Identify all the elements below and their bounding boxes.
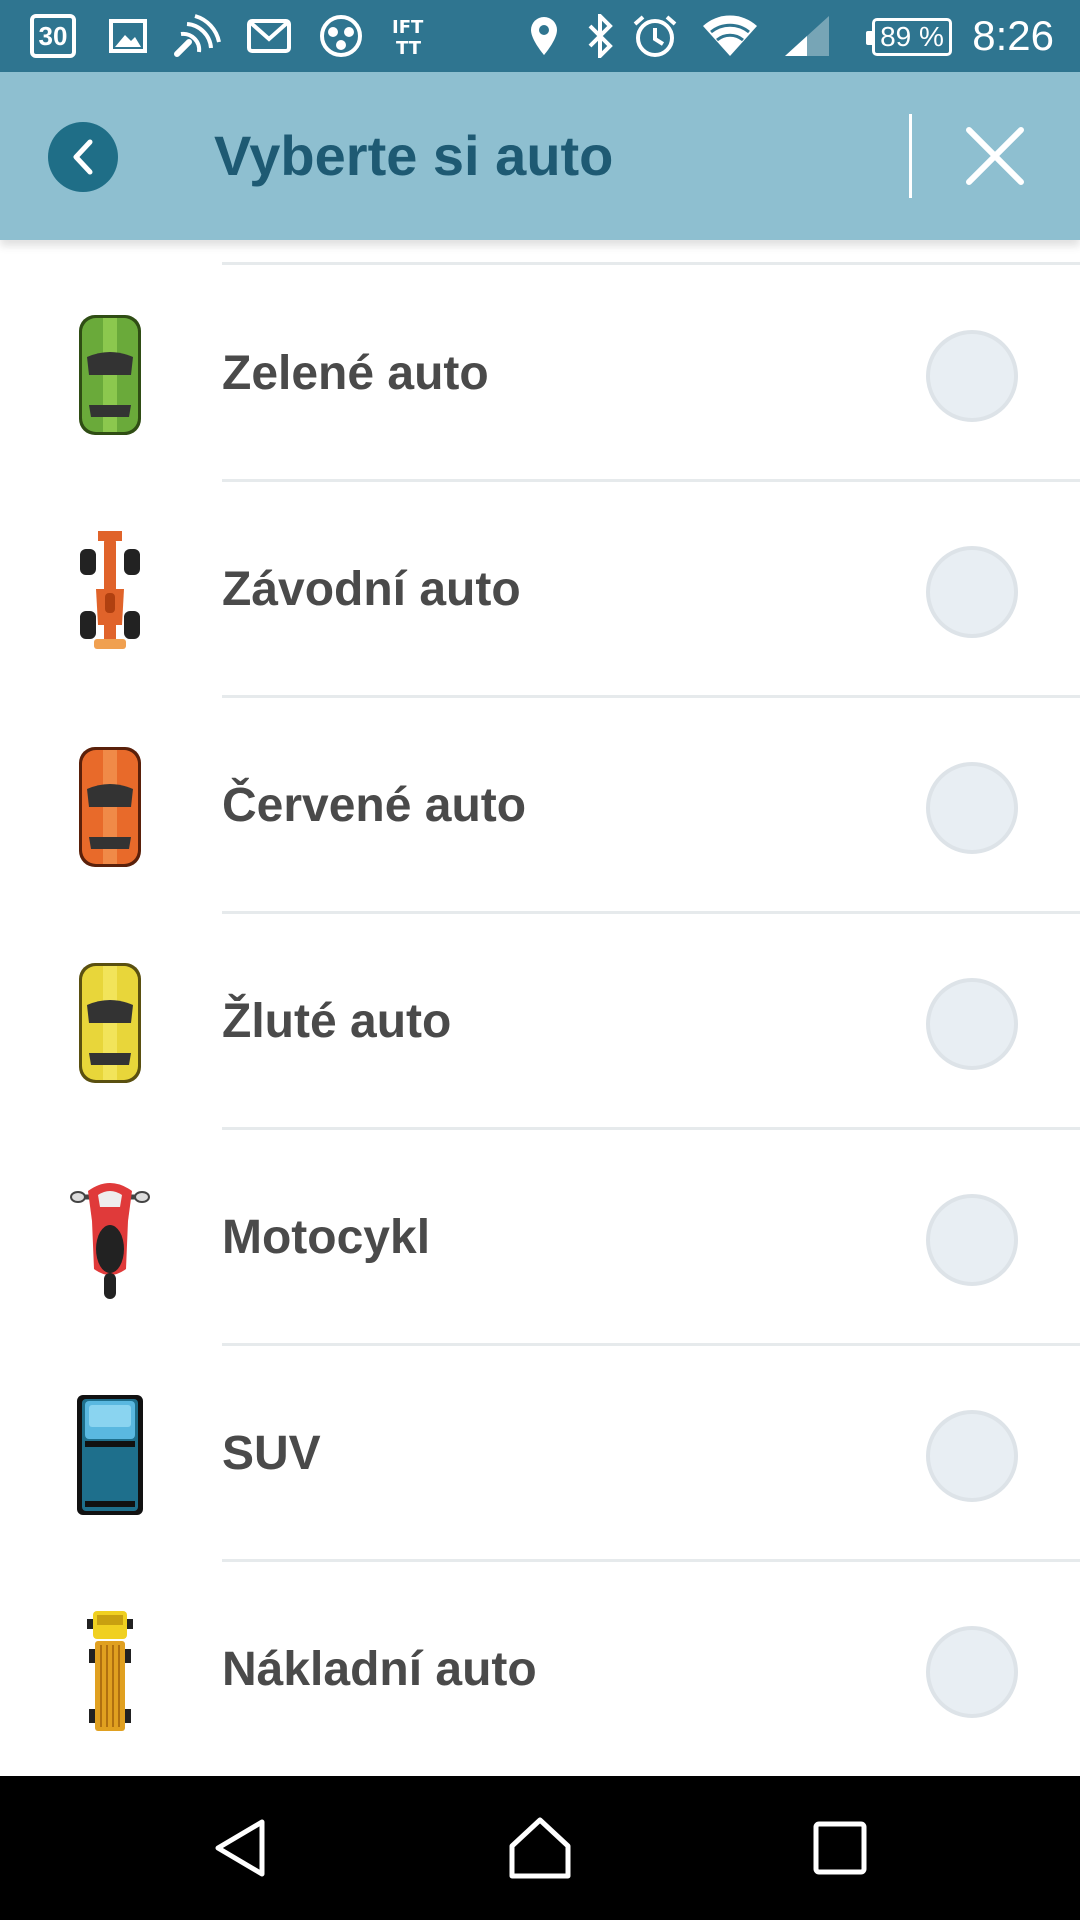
- alarm-icon: [632, 12, 678, 60]
- radio-button[interactable]: [926, 1410, 1018, 1502]
- header-divider: [909, 114, 912, 198]
- vehicle-list[interactable]: Zelené auto Závodní auto Červené auto Žl…: [0, 240, 1080, 1776]
- navigation-bar: [0, 1776, 1080, 1920]
- nav-back-button[interactable]: [200, 1808, 280, 1888]
- app-root: 30 IFT TT 89 % 8:26 Vyberte si auto Zele…: [0, 0, 1080, 1920]
- back-button[interactable]: [48, 122, 118, 192]
- radio-button[interactable]: [926, 762, 1018, 854]
- nav-recent-icon: [813, 1821, 867, 1875]
- list-item-green-car[interactable]: Zelené auto: [0, 266, 1080, 482]
- page-title: Vyberte si auto: [214, 124, 614, 187]
- list-item-label: Červené auto: [222, 779, 527, 832]
- nav-home-button[interactable]: [500, 1808, 580, 1888]
- clock: 8:26: [972, 12, 1054, 59]
- nav-back-icon: [215, 1819, 265, 1877]
- close-icon: [966, 127, 1024, 185]
- radio-button[interactable]: [926, 1626, 1018, 1718]
- radio-button[interactable]: [926, 330, 1018, 422]
- list-item-suv[interactable]: SUV: [0, 1346, 1080, 1562]
- list-item-race-car[interactable]: Závodní auto: [0, 482, 1080, 698]
- list-item-truck[interactable]: Nákladní auto: [0, 1562, 1080, 1776]
- list-item-label: Nákladní auto: [222, 1643, 537, 1696]
- divider: [222, 262, 1080, 265]
- motorcycle-icon: [60, 1174, 160, 1304]
- nav-recent-button[interactable]: [800, 1808, 880, 1888]
- list-item-label: Žluté auto: [222, 995, 452, 1048]
- list-item-label: Zelené auto: [222, 347, 489, 400]
- chevron-left-icon: [73, 139, 93, 175]
- svg-text:TT: TT: [396, 38, 422, 56]
- truck-icon: [60, 1606, 160, 1736]
- suv-icon: [60, 1390, 160, 1520]
- wifi-icon: [700, 12, 760, 60]
- close-button[interactable]: [950, 114, 1040, 198]
- radio-button[interactable]: [926, 978, 1018, 1070]
- calendar-icon: 30: [30, 14, 76, 58]
- app-header: Vyberte si auto: [0, 72, 1080, 240]
- status-bar: 30 IFT TT 89 % 8:26: [0, 0, 1080, 72]
- svg-text:IFT: IFT: [392, 17, 424, 38]
- list-item-label: Závodní auto: [222, 563, 521, 616]
- image-icon: [108, 12, 148, 60]
- signal-icon: [782, 12, 832, 60]
- green-car-icon: [60, 310, 160, 440]
- nav-home-icon: [509, 1817, 571, 1879]
- bluetooth-icon: [580, 12, 620, 60]
- radio-button[interactable]: [926, 1194, 1018, 1286]
- location-icon: [524, 12, 564, 60]
- list-item-label: Motocykl: [222, 1211, 431, 1264]
- cast-icon: [172, 12, 222, 60]
- mail-icon: [246, 12, 292, 60]
- list-item-yellow-car[interactable]: Žluté auto: [0, 914, 1080, 1130]
- ifttt-icon: IFT TT: [390, 12, 436, 60]
- radio-button[interactable]: [926, 546, 1018, 638]
- list-item-red-car[interactable]: Červené auto: [0, 698, 1080, 914]
- yellow-car-icon: [60, 958, 160, 1088]
- dots-icon: [318, 12, 364, 60]
- list-item-motorcycle[interactable]: Motocykl: [0, 1130, 1080, 1346]
- battery-icon: 89 %: [866, 18, 952, 56]
- race-car-icon: [60, 526, 160, 656]
- list-item-label: SUV: [222, 1427, 321, 1480]
- red-car-icon: [60, 742, 160, 872]
